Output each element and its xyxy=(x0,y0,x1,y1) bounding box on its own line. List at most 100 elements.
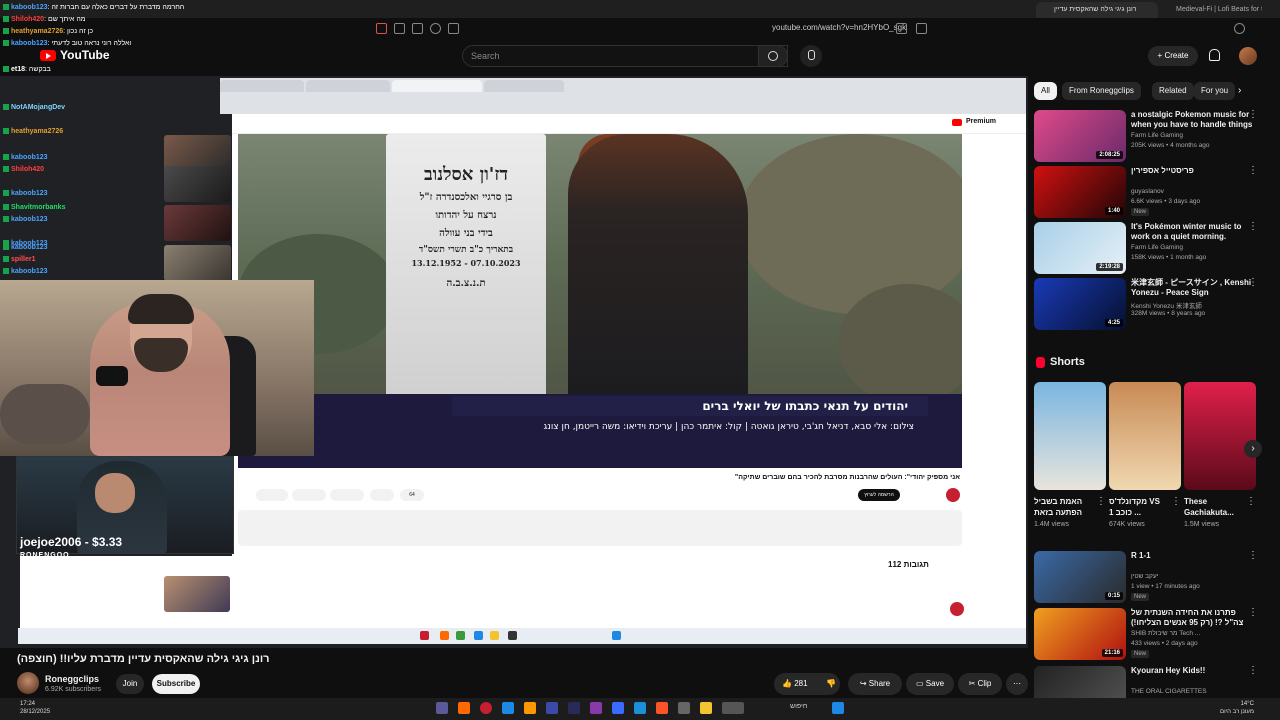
recommendation-item[interactable]: 1:40 פריסטייל אספירין guyaslanov 6.6K views… xyxy=(1034,166,1274,220)
clip-button[interactable]: ✂ Clip xyxy=(958,673,1002,695)
translate-icon[interactable] xyxy=(896,23,907,34)
save-button[interactable]: ▭ Save xyxy=(906,673,954,695)
taskbar-app-icon[interactable] xyxy=(656,702,668,714)
share-button[interactable]: ↪ Share xyxy=(848,673,902,695)
badge-icon xyxy=(3,66,9,73)
badge-icon xyxy=(3,190,9,197)
recommendation-title[interactable]: Kyouran Hey Kids!! xyxy=(1131,666,1255,676)
recommendation-channel[interactable]: Farm Life Gaming xyxy=(1131,244,1183,251)
chat-message: heathyama2726 xyxy=(3,128,63,135)
bookmark-icon[interactable] xyxy=(916,23,927,34)
short-title[interactable]: האמת בשביל הפתעה בזאת xyxy=(1034,496,1098,518)
video-thumbnail[interactable]: 0:15 xyxy=(1034,551,1126,603)
recommendation-item[interactable]: 0:15 R 1-1 יעקב שטין 1 view • 17 minutes ag… xyxy=(1034,551,1274,605)
taskbar-app-icon[interactable] xyxy=(502,702,514,714)
recommendation-channel[interactable]: יעקב שטין xyxy=(1131,573,1158,580)
taskbar-app-icon[interactable] xyxy=(590,702,602,714)
taskbar-search[interactable]: חיפוש xyxy=(790,703,807,710)
account-avatar[interactable] xyxy=(1239,47,1257,65)
browser-tab-active[interactable]: רונן גיגי גילה שהאקסית עדיין xyxy=(1036,2,1158,18)
browser-tab-lofi[interactable]: Medieval-Fi | Lofi Beats for the xyxy=(1162,2,1262,18)
recommendation-title[interactable]: R 1-1 xyxy=(1131,551,1255,561)
channel-name[interactable]: Roneggclips xyxy=(45,674,99,684)
recommendation-channel[interactable]: guyaslanov xyxy=(1131,188,1164,195)
video-thumbnail[interactable]: 2:08:25 xyxy=(1034,110,1126,162)
taskbar-app-icon[interactable] xyxy=(612,702,624,714)
more-vert-icon[interactable]: ⋮ xyxy=(1248,551,1258,565)
undo-icon[interactable] xyxy=(412,23,423,34)
taskbar-app-icon[interactable] xyxy=(568,702,580,714)
recommendation-title[interactable]: פתרנו את החידה השנתית של צה"ל ?! (רק 95 … xyxy=(1131,608,1255,628)
more-vert-icon[interactable]: ⋮ xyxy=(1248,666,1258,680)
dislike-button[interactable]: 👎 xyxy=(820,673,842,695)
chip-for-you[interactable]: For you xyxy=(1194,82,1236,100)
recommendation-channel[interactable]: Farm Life Gaming xyxy=(1131,132,1183,139)
donation-face xyxy=(95,473,135,513)
taskbar-app-icon[interactable] xyxy=(524,702,536,714)
chip-from-channel[interactable]: From Roneggclips xyxy=(1062,82,1141,100)
search-input[interactable]: Search xyxy=(462,45,788,67)
more-vert-icon[interactable]: ⋮ xyxy=(1248,278,1258,292)
recommendation-item[interactable]: 2:19:28 It's Pokémon winter music to work… xyxy=(1034,222,1274,276)
taskbar-app-icon[interactable] xyxy=(678,702,690,714)
taskbar-app-icon[interactable] xyxy=(722,702,744,714)
taskbar-app-icon[interactable] xyxy=(634,702,646,714)
recommendation-title[interactable]: פריסטייל אספירין xyxy=(1131,166,1255,176)
recommendation-channel[interactable]: THE ORAL CIGARETTES xyxy=(1131,688,1207,695)
video-thumbnail[interactable]: 4:25 xyxy=(1034,278,1126,330)
video-thumbnail[interactable]: 2:19:28 xyxy=(1034,222,1126,274)
more-vert-icon[interactable]: ⋮ xyxy=(1248,222,1258,236)
taskbar-app-icon[interactable] xyxy=(436,702,448,714)
more-vert-icon[interactable]: ⋮ xyxy=(1096,496,1106,507)
microphone-icon[interactable] xyxy=(800,45,822,67)
inner-sidebar-thumbnail xyxy=(164,205,231,241)
chip-all[interactable]: All xyxy=(1034,82,1057,100)
search-icon[interactable] xyxy=(758,45,788,67)
video-thumbnail[interactable]: 21:16 xyxy=(1034,608,1126,660)
create-button[interactable]: + Create xyxy=(1148,46,1198,66)
more-vert-icon[interactable]: ⋮ xyxy=(1171,496,1181,507)
taskbar-app-icon[interactable] xyxy=(700,702,712,714)
subscribe-button[interactable]: Subscribe xyxy=(152,674,200,694)
chip-related[interactable]: Related xyxy=(1152,82,1194,100)
taskbar-app-icon xyxy=(490,631,499,640)
caption-title: יהודים על תנאי כתבתו של יואלי ברים xyxy=(452,396,928,416)
chevron-right-icon[interactable]: › xyxy=(1244,440,1262,458)
address-bar[interactable]: youtube.com/watch?v=hn2HYbO_sgk xyxy=(772,23,906,32)
recommendation-item[interactable]: 4:25 米津玄師 - ピースサイン , Kenshi Yonezu - Peac… xyxy=(1034,278,1274,332)
short-thumbnail[interactable] xyxy=(1034,382,1106,490)
shield-icon[interactable] xyxy=(376,23,387,34)
screen-icon[interactable] xyxy=(448,23,459,34)
more-actions-button[interactable]: ⋯ xyxy=(1006,673,1028,695)
extension-icon[interactable] xyxy=(394,23,405,34)
more-vert-icon[interactable]: ⋮ xyxy=(1248,166,1258,180)
short-title[interactable]: מקדונלד'ס VS כוכב 1 ... xyxy=(1109,496,1173,518)
short-thumbnail[interactable] xyxy=(1184,382,1256,490)
short-title[interactable]: These Gachiakuta... xyxy=(1184,496,1248,518)
recommendation-title[interactable]: 米津玄師 - ピースサイン , Kenshi Yonezu - Peace Si… xyxy=(1131,278,1255,298)
zoom-icon[interactable] xyxy=(430,23,441,34)
recommendation-title[interactable]: It's Pokémon winter music to work on a q… xyxy=(1131,222,1255,242)
chat-username: heathyama2726 xyxy=(11,28,64,35)
short-thumbnail[interactable] xyxy=(1109,382,1181,490)
taskbar-app-icon[interactable] xyxy=(480,702,492,714)
taskbar-clock[interactable]: 17:24 28/12/2025 xyxy=(20,700,50,716)
more-vert-icon[interactable]: ⋮ xyxy=(1248,110,1258,124)
windows-start-icon[interactable] xyxy=(832,702,844,714)
reload-icon[interactable] xyxy=(1234,23,1245,34)
notifications-bell-icon[interactable] xyxy=(1209,49,1220,61)
recommendation-channel[interactable]: SHIB מר שיבולת Tech ... xyxy=(1131,630,1200,637)
taskbar-app-icon[interactable] xyxy=(458,702,470,714)
more-vert-icon[interactable]: ⋮ xyxy=(1246,496,1256,507)
more-vert-icon[interactable]: ⋮ xyxy=(1248,608,1258,622)
recommendation-channel[interactable]: Kenshi Yonezu 米津玄師 xyxy=(1131,300,1202,310)
video-thumbnail[interactable]: 1:40 xyxy=(1034,166,1126,218)
chevron-right-icon[interactable]: › xyxy=(1238,82,1252,100)
taskbar-app-icon[interactable] xyxy=(546,702,558,714)
join-button[interactable]: Join xyxy=(116,674,144,694)
recommendation-item[interactable]: 2:08:25 a nostalgic Pokemon music for whe… xyxy=(1034,110,1274,164)
recommendation-item[interactable]: 21:16 פתרנו את החידה השנתית של צה"ל ?! (ר… xyxy=(1034,608,1274,662)
recommendation-title[interactable]: a nostalgic Pokemon music for when you h… xyxy=(1131,110,1255,130)
taskbar-weather[interactable]: 14°C מעונן רב היום xyxy=(1220,700,1254,716)
channel-avatar[interactable] xyxy=(17,672,39,694)
